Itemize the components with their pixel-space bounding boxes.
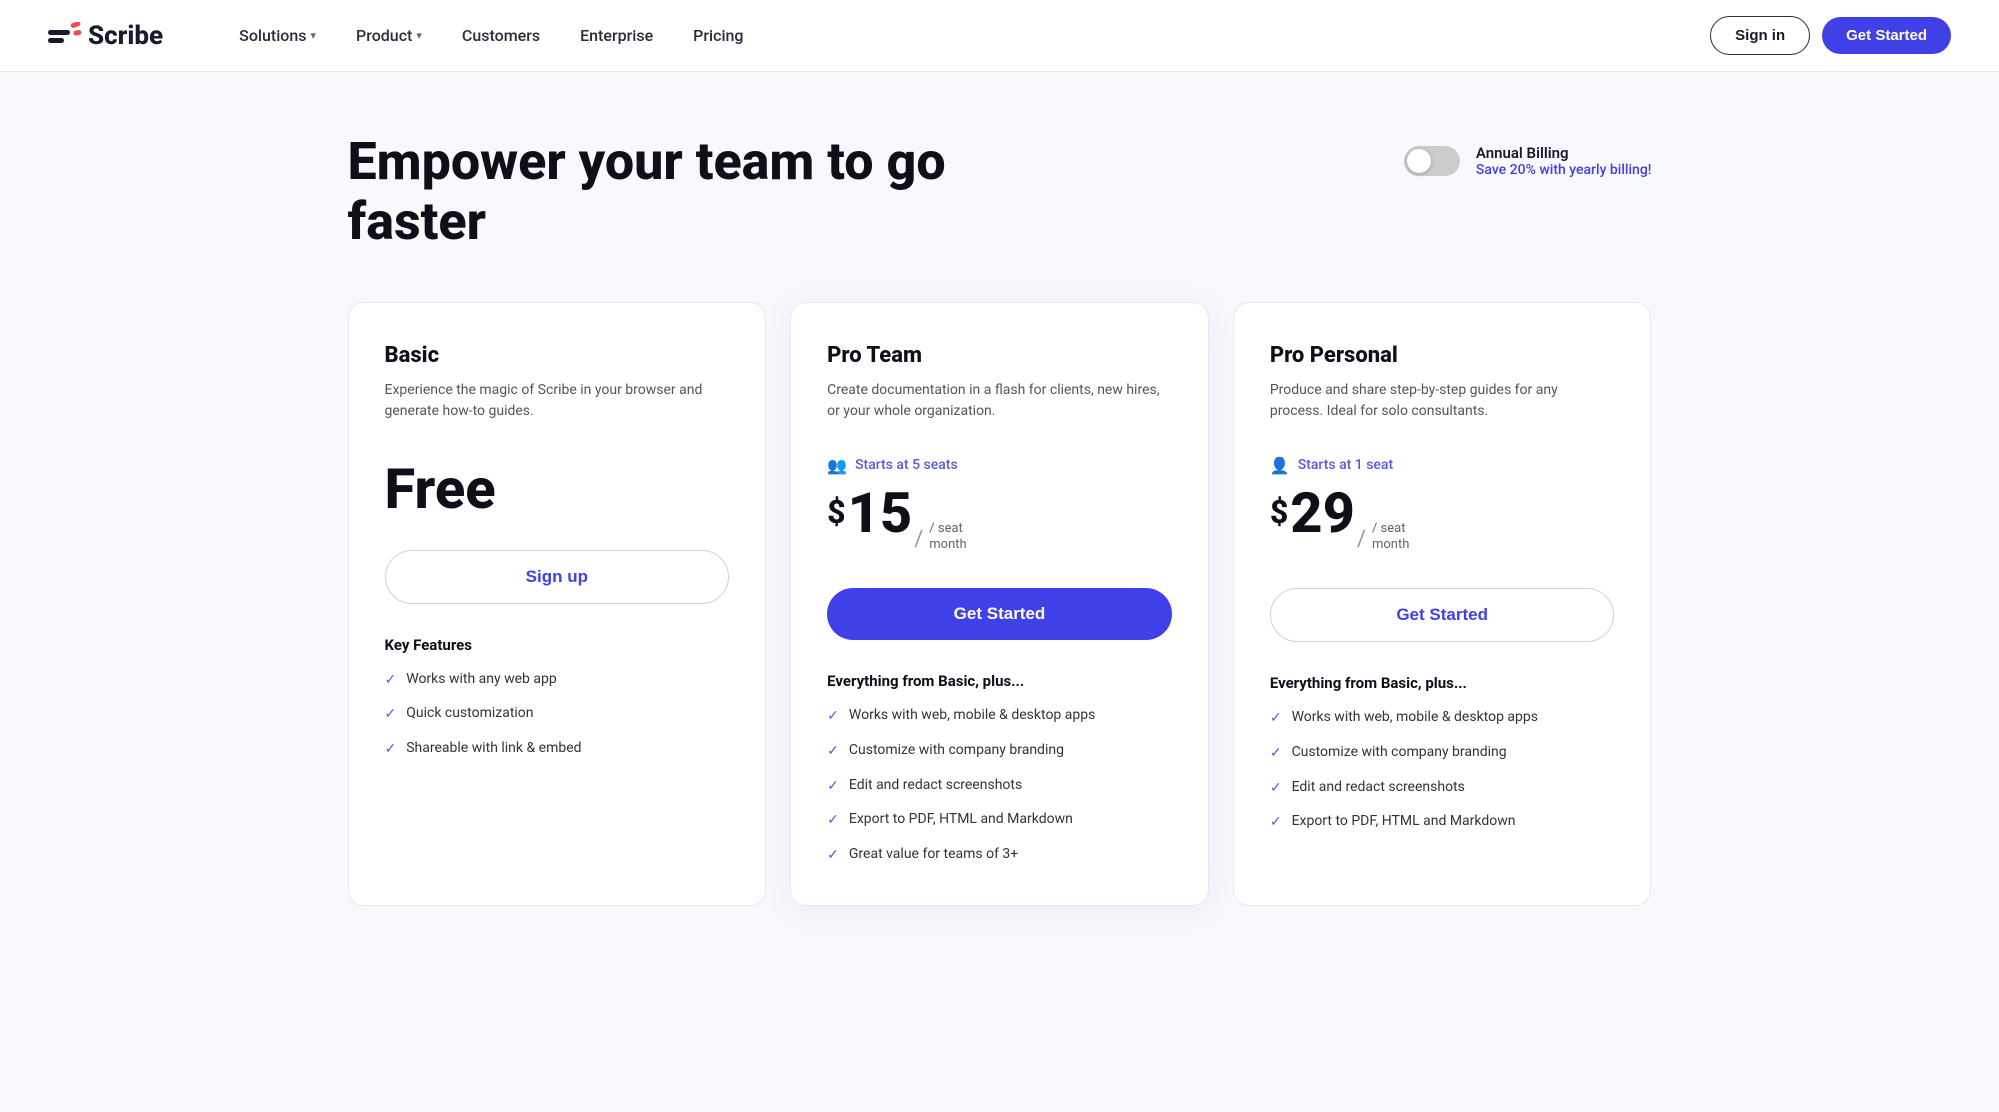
nav-pricing[interactable]: Pricing (677, 18, 759, 53)
check-icon: ✓ (827, 707, 839, 727)
price-row-basic: Free (385, 456, 730, 522)
plan-desc-pro-personal: Produce and share step-by-step guides fo… (1270, 380, 1615, 428)
price-row-pro-personal: $ 29 / / seat month (1270, 485, 1615, 561)
list-item: ✓ Edit and redact screenshots (827, 776, 1172, 797)
price-dollar-pro-team: $ (827, 485, 845, 531)
list-item: ✓ Works with web, mobile & desktop apps (1270, 708, 1615, 729)
main-content: Empower your team to go faster Annual Bi… (300, 72, 1700, 946)
price-dollar-pro-personal: $ (1270, 485, 1288, 531)
check-icon: ✓ (385, 740, 397, 760)
user-icon: 👤 (1270, 456, 1290, 475)
plan-desc-basic: Experience the magic of Scribe in your b… (385, 380, 730, 428)
basic-signup-button[interactable]: Sign up (385, 550, 730, 604)
plan-name-pro-personal: Pro Personal (1270, 343, 1615, 368)
price-per-pro-team: / seat month (929, 521, 966, 555)
nav-enterprise[interactable]: Enterprise (564, 18, 669, 53)
nav-customers[interactable]: Customers (446, 18, 556, 53)
price-per-pro-personal: / seat month (1372, 521, 1409, 555)
pro-personal-feature-list: ✓ Works with web, mobile & desktop apps … (1270, 708, 1615, 832)
check-icon: ✓ (1270, 744, 1282, 764)
pro-team-features-heading: Everything from Basic, plus... (827, 672, 1172, 690)
nav-solutions[interactable]: Solutions ▾ (223, 18, 332, 53)
nav-links: Solutions ▾ Product ▾ Customers Enterpri… (223, 18, 1710, 53)
price-amount-pro-team: 15 (848, 485, 913, 541)
check-icon: ✓ (827, 811, 839, 831)
price-row-pro-team: $ 15 / / seat month (827, 485, 1172, 561)
list-item: ✓ Quick customization (385, 704, 730, 725)
toggle-thumb (1407, 149, 1431, 173)
nav-actions: Sign in Get Started (1710, 16, 1951, 55)
list-item: ✓ Customize with company branding (1270, 743, 1615, 764)
check-icon: ✓ (1270, 813, 1282, 833)
seats-label-pro-personal: 👤 Starts at 1 seat (1270, 456, 1615, 475)
navbar: Scribe Solutions ▾ Product ▾ Customers E… (0, 0, 1999, 72)
list-item: ✓ Customize with company branding (827, 741, 1172, 762)
billing-info: Annual Billing Save 20% with yearly bill… (1476, 144, 1652, 178)
pro-personal-getstarted-button[interactable]: Get Started (1270, 588, 1615, 642)
billing-label: Annual Billing (1476, 144, 1652, 162)
check-icon: ✓ (1270, 709, 1282, 729)
list-item: ✓ Edit and redact screenshots (1270, 778, 1615, 799)
pricing-grid: Basic Experience the magic of Scribe in … (348, 302, 1652, 907)
basic-feature-list: ✓ Works with any web app ✓ Quick customi… (385, 670, 730, 760)
chevron-down-icon: ▾ (311, 29, 317, 42)
price-amount-pro-personal: 29 (1290, 485, 1355, 541)
logo-icon (48, 22, 82, 50)
billing-toggle-area: Annual Billing Save 20% with yearly bill… (1404, 132, 1652, 178)
nav-product[interactable]: Product ▾ (340, 18, 438, 53)
plan-card-pro-personal: Pro Personal Produce and share step-by-s… (1233, 302, 1652, 907)
seats-label-pro-team: 👥 Starts at 5 seats (827, 456, 1172, 475)
billing-toggle[interactable] (1404, 146, 1460, 176)
check-icon: ✓ (385, 671, 397, 691)
plan-card-basic: Basic Experience the magic of Scribe in … (348, 302, 767, 907)
getstarted-nav-button[interactable]: Get Started (1822, 17, 1951, 54)
list-item: ✓ Great value for teams of 3+ (827, 845, 1172, 866)
price-free: Free (385, 456, 496, 522)
list-item: ✓ Export to PDF, HTML and Markdown (827, 810, 1172, 831)
check-icon: ✓ (827, 777, 839, 797)
page-title: Empower your team to go faster (348, 132, 998, 252)
pro-team-getstarted-button[interactable]: Get Started (827, 588, 1172, 640)
logo[interactable]: Scribe (48, 21, 163, 51)
price-slash: / (1357, 527, 1366, 552)
list-item: ✓ Works with web, mobile & desktop apps (827, 706, 1172, 727)
toggle-track[interactable] (1404, 146, 1460, 176)
pro-team-feature-list: ✓ Works with web, mobile & desktop apps … (827, 706, 1172, 865)
check-icon: ✓ (1270, 779, 1282, 799)
plan-desc-pro-team: Create documentation in a flash for clie… (827, 380, 1172, 428)
check-icon: ✓ (827, 742, 839, 762)
plan-name-basic: Basic (385, 343, 730, 368)
list-item: ✓ Export to PDF, HTML and Markdown (1270, 812, 1615, 833)
chevron-down-icon: ▾ (416, 29, 422, 42)
price-slash: / (914, 527, 923, 552)
billing-save-text: Save 20% with yearly billing! (1476, 162, 1652, 178)
check-icon: ✓ (385, 705, 397, 725)
check-icon: ✓ (827, 846, 839, 866)
users-icon: 👥 (827, 456, 847, 475)
logo-text: Scribe (88, 21, 163, 51)
plan-card-pro-team: Pro Team Create documentation in a flash… (790, 302, 1209, 907)
signin-button[interactable]: Sign in (1710, 16, 1810, 55)
pro-personal-features-heading: Everything from Basic, plus... (1270, 674, 1615, 692)
list-item: ✓ Shareable with link & embed (385, 739, 730, 760)
basic-features-heading: Key Features (385, 636, 730, 654)
plan-name-pro-team: Pro Team (827, 343, 1172, 368)
list-item: ✓ Works with any web app (385, 670, 730, 691)
hero-section: Empower your team to go faster Annual Bi… (348, 132, 1652, 252)
